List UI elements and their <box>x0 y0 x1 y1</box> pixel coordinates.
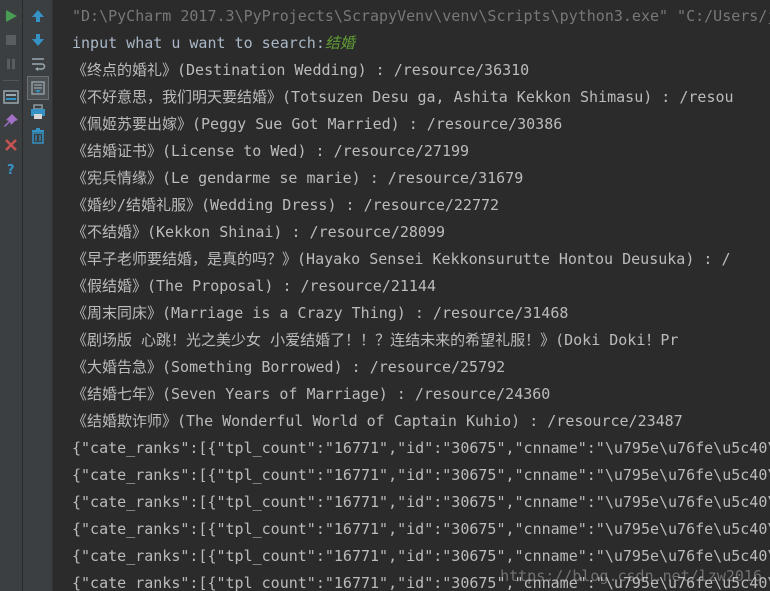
pin-tab-icon <box>4 114 18 127</box>
json-output-line: {"cate_ranks":[{"tpl_count":"16771","id"… <box>72 520 770 538</box>
result-line: 《早子老师要结婚，是真的吗？》(Hayako Sensei Kekkonsuru… <box>72 250 731 268</box>
print-button[interactable] <box>23 100 52 124</box>
run-toolbar: ? <box>0 0 23 591</box>
input-prompt: input what u want to search: <box>72 34 325 52</box>
json-output-line: {"cate_ranks":[{"tpl_count":"16771","id"… <box>72 547 770 565</box>
pause-button[interactable] <box>0 52 22 76</box>
toolbar-separator <box>3 80 19 81</box>
scroll-to-end-icon <box>30 81 45 95</box>
scroll-to-end-button[interactable] <box>26 76 49 100</box>
json-output-line: {"cate_ranks":[{"tpl_count":"16771","id"… <box>72 493 770 511</box>
run-console-window: ? "D:\PyCharm 2017.3\PyProjects\ScrapyVe… <box>0 0 770 591</box>
down-the-stack-button[interactable] <box>23 28 52 52</box>
watermark: https://blog.csdn.net/lzw2016 <box>500 567 762 585</box>
json-output-line: {"cate_ranks":[{"tpl_count":"16771","id"… <box>72 439 770 457</box>
close-icon <box>5 139 17 151</box>
command-line: "D:\PyCharm 2017.3\PyProjects\ScrapyVenv… <box>72 7 770 25</box>
result-line: 《剧场版 心跳！光之美少女 小爱结婚了！！？连结未来的希望礼服！》(Doki D… <box>72 331 679 349</box>
pin-tab-button[interactable] <box>0 109 22 133</box>
scroll-up-icon <box>31 10 44 22</box>
result-line: 《大婚告急》(Something Borrowed) : /resource/2… <box>72 358 506 376</box>
clear-all-icon <box>31 128 44 144</box>
result-line: 《终点的婚礼》(Destination Wedding) : /resource… <box>72 61 530 79</box>
result-line: 《结婚证书》(License to Wed) : /resource/27199 <box>72 142 470 160</box>
result-line: 《不好意思，我们明天要结婚》(Totsuzen Desu ga, Ashita … <box>72 88 734 106</box>
pause-icon <box>7 59 15 69</box>
stop-button[interactable] <box>0 28 22 52</box>
input-prompt-line: input what u want to search:结婚 <box>72 30 355 57</box>
result-line: 《结婚七年》(Seven Years of Marriage) : /resou… <box>72 385 551 403</box>
help-icon: ? <box>7 163 15 176</box>
clear-all-button[interactable] <box>23 124 52 148</box>
stop-icon <box>6 35 16 45</box>
result-line: 《周末同床》(Marriage is a Crazy Thing) : /res… <box>72 304 569 322</box>
result-line: 《宪兵情缘》(Le gendarme se marie) : /resource… <box>72 169 524 187</box>
result-line: 《不结婚》(Kekkon Shinai) : /resource/28099 <box>72 223 446 241</box>
json-output-line: {"cate_ranks":[{"tpl_count":"16771","id"… <box>72 466 770 484</box>
print-icon <box>30 104 45 119</box>
soft-wrap-icon <box>31 58 45 71</box>
result-line: 《佩姬苏要出嫁》(Peggy Sue Got Married) : /resou… <box>72 115 563 133</box>
result-line: 《婚纱/结婚礼服》(Wedding Dress) : /resource/227… <box>72 196 500 214</box>
console-toolbar <box>23 0 53 591</box>
dump-threads-button[interactable] <box>0 85 22 109</box>
scroll-down-icon <box>31 34 44 46</box>
console-output[interactable]: "D:\PyCharm 2017.3\PyProjects\ScrapyVenv… <box>53 0 770 591</box>
svg-text:?: ? <box>7 163 15 176</box>
help-button[interactable]: ? <box>0 157 22 181</box>
dump-threads-icon <box>3 90 19 104</box>
close-button[interactable] <box>0 133 22 157</box>
user-input-text: 结婚 <box>324 34 355 52</box>
result-line: 《结婚欺诈师》(The Wonderful World of Captain K… <box>72 412 683 430</box>
result-line: 《假结婚》(The Proposal) : /resource/21144 <box>72 277 436 295</box>
rerun-button[interactable] <box>0 4 22 28</box>
soft-wrap-button[interactable] <box>23 52 52 76</box>
run-icon <box>6 10 17 22</box>
up-the-stack-button[interactable] <box>23 4 52 28</box>
